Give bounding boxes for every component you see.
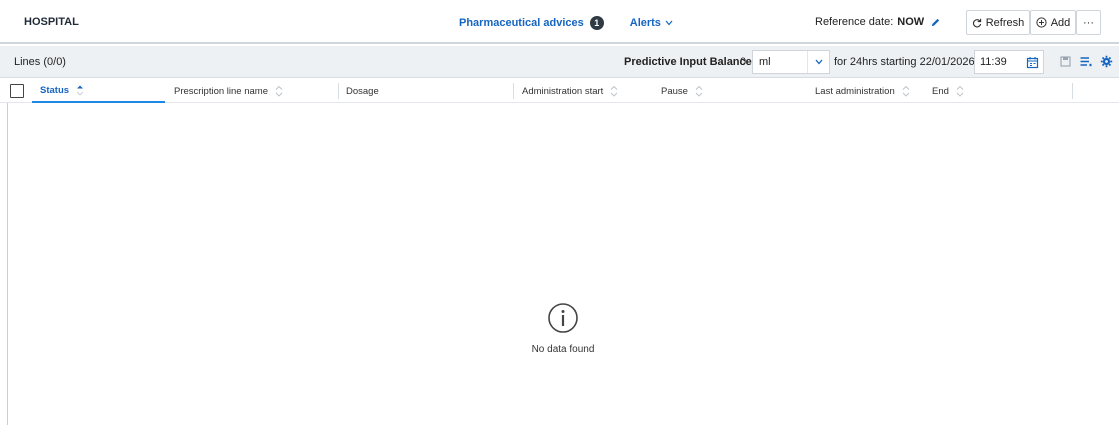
column-dosage[interactable]: Dosage — [346, 79, 379, 103]
column-prescription-label: Prescription line name — [174, 85, 268, 97]
reference-date-label: Reference date: — [815, 16, 894, 28]
column-end[interactable]: End — [932, 79, 964, 103]
reference-date-value: NOW — [897, 16, 925, 28]
gear-icon[interactable] — [1100, 55, 1113, 68]
column-last-administration[interactable]: Last administration — [815, 79, 910, 103]
save-icon[interactable] — [1059, 55, 1072, 68]
refresh-label: Refresh — [985, 16, 1025, 29]
column-end-label: End — [932, 85, 949, 97]
add-label: Add — [1050, 16, 1071, 29]
period-description: for 24hrs starting 22/01/2026 at — [834, 56, 987, 68]
sort-icon — [902, 85, 910, 97]
empty-state-message: No data found — [531, 344, 595, 355]
column-pause[interactable]: Pause — [661, 79, 703, 103]
reference-date: Reference date: NOW — [815, 16, 941, 28]
column-status-label: Status — [40, 84, 70, 96]
column-separator — [338, 83, 339, 99]
column-pause-label: Pause — [661, 85, 688, 97]
column-dosage-label: Dosage — [346, 85, 379, 97]
brand-title: HOSPITAL — [24, 16, 79, 28]
column-admin-start-label: Administration start — [522, 85, 604, 97]
more-button[interactable]: ··· — [1076, 10, 1101, 35]
column-separator — [1072, 83, 1073, 99]
sort-icon — [275, 85, 283, 97]
chevron-down-icon — [807, 51, 829, 73]
add-button[interactable]: Add — [1030, 10, 1076, 35]
sort-icon — [610, 85, 618, 97]
alerts-dropdown[interactable]: Alerts — [630, 17, 673, 29]
predictive-input-balance-label: Predictive Input Balance: — [624, 56, 756, 68]
pharmaceutical-advices-link[interactable]: Pharmaceutical advices 1 — [459, 16, 604, 30]
refresh-icon — [972, 18, 981, 27]
info-icon — [548, 303, 578, 333]
lines-count: Lines (0/0) — [14, 56, 66, 68]
time-input[interactable]: 11:39 — [974, 50, 1044, 74]
sort-icon — [695, 85, 703, 97]
unit-select-value: ml — [759, 56, 771, 68]
pharmaceutical-advices-label: Pharmaceutical advices — [459, 17, 584, 29]
list-icon[interactable] — [1079, 55, 1092, 68]
column-administration-start[interactable]: Administration start — [522, 79, 618, 103]
app-root: HOSPITAL Pharmaceutical advices 1 Alerts… — [0, 0, 1119, 425]
lines-toolbar: Lines (0/0) Predictive Input Balance: 0 … — [0, 46, 1119, 78]
more-icon: ··· — [1083, 16, 1094, 29]
plus-circle-icon — [1036, 17, 1047, 28]
center-nav: Pharmaceutical advices 1 Alerts — [459, 16, 673, 30]
column-last-admin-label: Last administration — [815, 85, 895, 97]
table-left-border — [7, 103, 8, 425]
sort-ascending-icon — [76, 85, 84, 96]
predictive-input-balance-value: 0 — [740, 56, 747, 68]
calendar-icon[interactable] — [1021, 51, 1043, 73]
sort-icon — [956, 85, 964, 97]
column-prescription-line-name[interactable]: Prescription line name — [174, 79, 283, 103]
chevron-down-icon — [665, 20, 673, 26]
alerts-label: Alerts — [629, 17, 661, 29]
unit-select[interactable]: ml — [752, 50, 830, 74]
select-all-checkbox[interactable] — [10, 84, 24, 98]
table-header: Status Prescription line name Dosage Adm… — [0, 79, 1119, 103]
top-header: HOSPITAL Pharmaceutical advices 1 Alerts… — [0, 0, 1119, 44]
refresh-button[interactable]: Refresh — [966, 10, 1030, 35]
column-separator — [513, 83, 514, 99]
pencil-icon[interactable] — [930, 17, 941, 28]
column-status[interactable]: Status — [32, 79, 165, 103]
time-input-value: 11:39 — [980, 56, 1007, 68]
advices-count-badge: 1 — [589, 16, 604, 30]
